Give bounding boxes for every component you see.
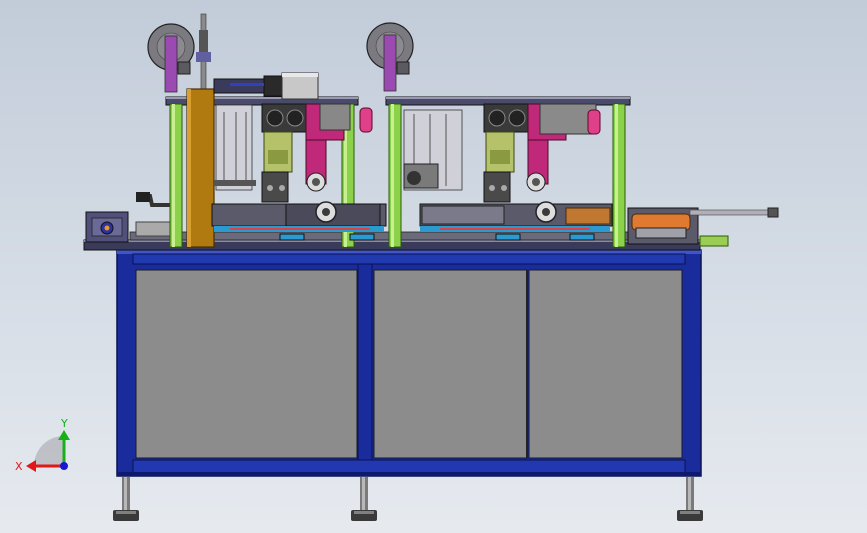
station-left [85,13,387,248]
z-axis-dot [60,462,68,470]
cabinet-panel-right [528,269,683,459]
cabinet-panel-left [135,269,358,459]
station-right [366,22,631,248]
feeder-cylinder [627,207,779,247]
gold-support-plate [186,88,215,248]
cad-viewport[interactable]: Y X [0,0,867,533]
leveling-foot-right [677,477,703,521]
machine-frame [113,249,703,521]
machine-model: Y X [15,13,779,521]
x-axis-label: X [15,460,23,473]
cabinet-panel-center [373,269,528,459]
leveling-foot-center [351,477,377,521]
y-axis-label: Y [60,417,68,430]
tape-reel-left [147,23,195,93]
tape-reel-right [366,22,414,92]
coordinate-triad: Y X [15,417,70,473]
leveling-foot-left [113,477,139,521]
